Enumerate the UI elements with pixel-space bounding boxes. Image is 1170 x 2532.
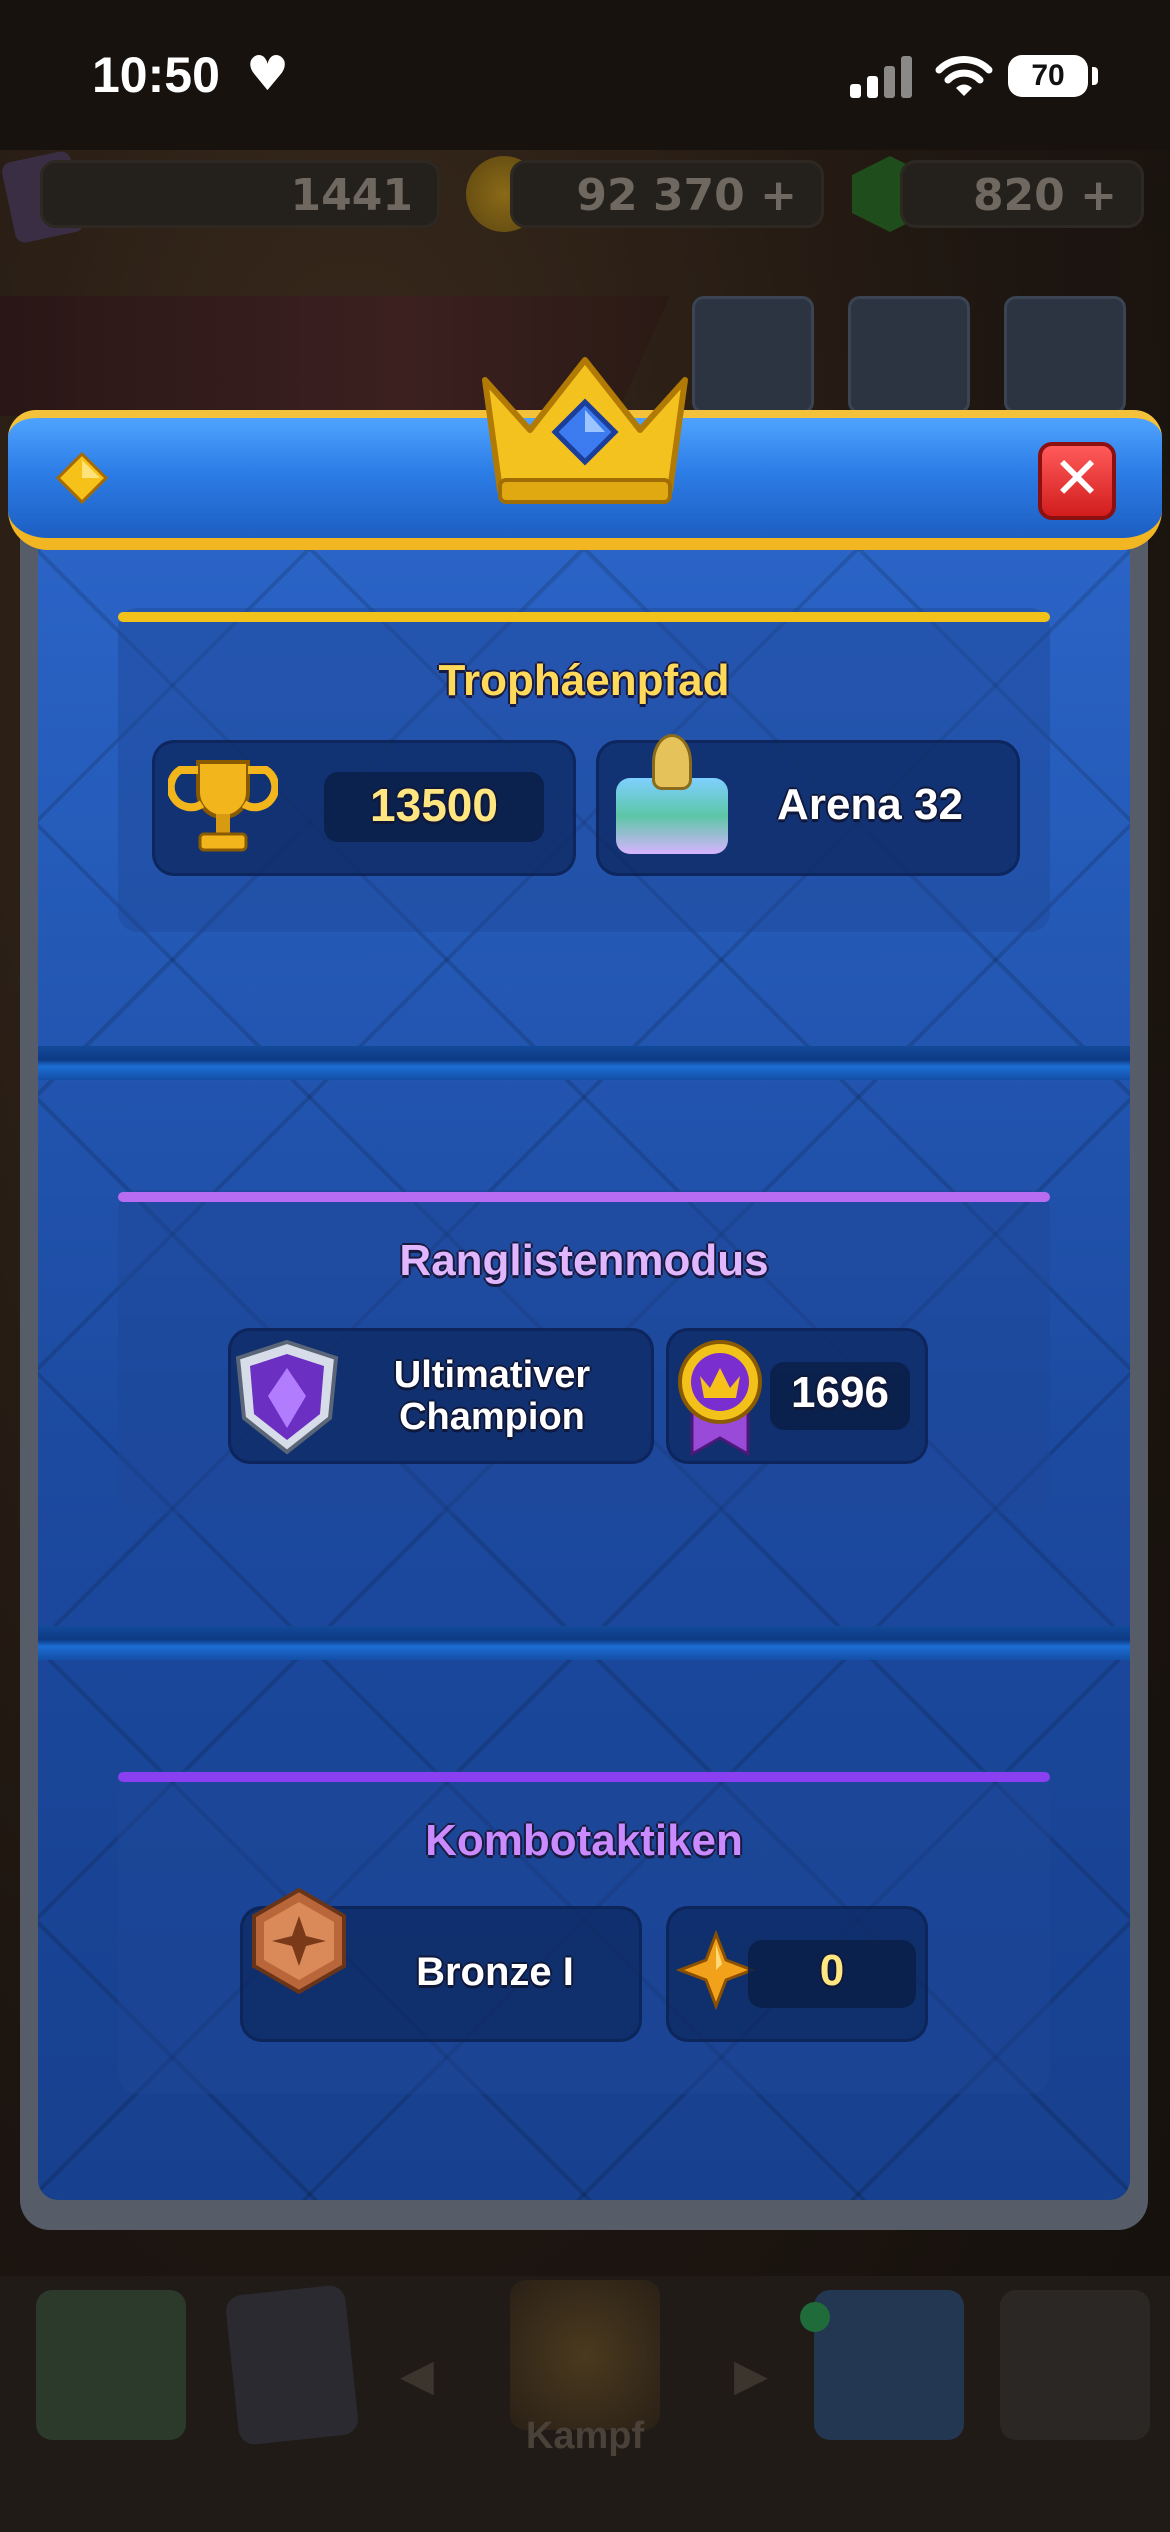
nav-events-icon[interactable] — [1000, 2290, 1150, 2440]
arena-icon — [612, 728, 732, 858]
gold-count: 92 370 — [576, 170, 745, 221]
ultimate-champion-badge-icon — [235, 1339, 339, 1455]
gold-counter[interactable]: 92 370 + — [510, 160, 824, 228]
section-divider — [38, 1046, 1130, 1080]
nav-cards-icon[interactable] — [224, 2284, 360, 2446]
notification-dot — [800, 2302, 830, 2332]
social-button[interactable] — [692, 296, 814, 414]
nav-battle-label: Kampf — [525, 2415, 645, 2457]
combo-rank-name: Bronze I — [416, 1950, 574, 1994]
rating-value: 1696 — [791, 1368, 889, 1417]
nav-battle-icon[interactable] — [510, 2280, 660, 2430]
nav-shop-icon[interactable] — [36, 2290, 186, 2440]
heart-icon: ♥ — [246, 46, 290, 102]
cards-counter: 1441 — [40, 160, 440, 228]
crown-medal-icon — [678, 1340, 762, 1456]
ranked-accent-line — [118, 1192, 1050, 1202]
close-button[interactable]: ✕ — [1038, 442, 1116, 520]
nav-clan-icon[interactable] — [814, 2290, 964, 2440]
combo-points-value: 0 — [819, 1946, 845, 1995]
ranked-title: Ranglistenmodus — [399, 1236, 769, 1285]
league-name-line1: Ultimativer — [393, 1354, 591, 1396]
status-bar: 10:50 ♥ 70 — [0, 0, 1170, 150]
status-time: 10:50 — [92, 47, 220, 103]
trophy-road-title: Tropháenpfad — [438, 656, 730, 705]
crown-icon — [482, 357, 688, 504]
gems-count: 820 — [972, 170, 1065, 221]
nav-right-arrow-icon[interactable]: ▶ — [734, 2350, 768, 2401]
news-button[interactable] — [848, 296, 970, 414]
add-gems-icon[interactable]: + — [1080, 170, 1117, 221]
section-divider — [38, 1626, 1130, 1660]
add-gold-icon[interactable]: + — [760, 170, 797, 221]
arena-name: Arena 32 — [777, 780, 963, 829]
cards-count: 1441 — [290, 170, 413, 221]
diamond-icon — [56, 452, 108, 504]
battery-nub — [1092, 67, 1098, 85]
trophy-icon — [168, 760, 278, 852]
wifi-icon — [935, 56, 993, 96]
sparkle-star-icon — [676, 1930, 756, 2010]
bronze-medal-icon — [252, 1887, 346, 1995]
trophies-value: 13500 — [370, 779, 498, 831]
battery-indicator: 70 — [1008, 55, 1088, 97]
trophy-road-accent-line — [118, 612, 1050, 622]
league-name-line2: Champion — [399, 1396, 585, 1438]
combo-title: Kombotaktiken — [425, 1816, 743, 1865]
nav-left-arrow-icon[interactable]: ◀ — [400, 2350, 434, 2401]
combo-accent-line — [118, 1772, 1050, 1782]
menu-button[interactable] — [1004, 296, 1126, 414]
cellular-signal-icon — [850, 56, 914, 98]
gems-counter[interactable]: 820 + — [900, 160, 1144, 228]
